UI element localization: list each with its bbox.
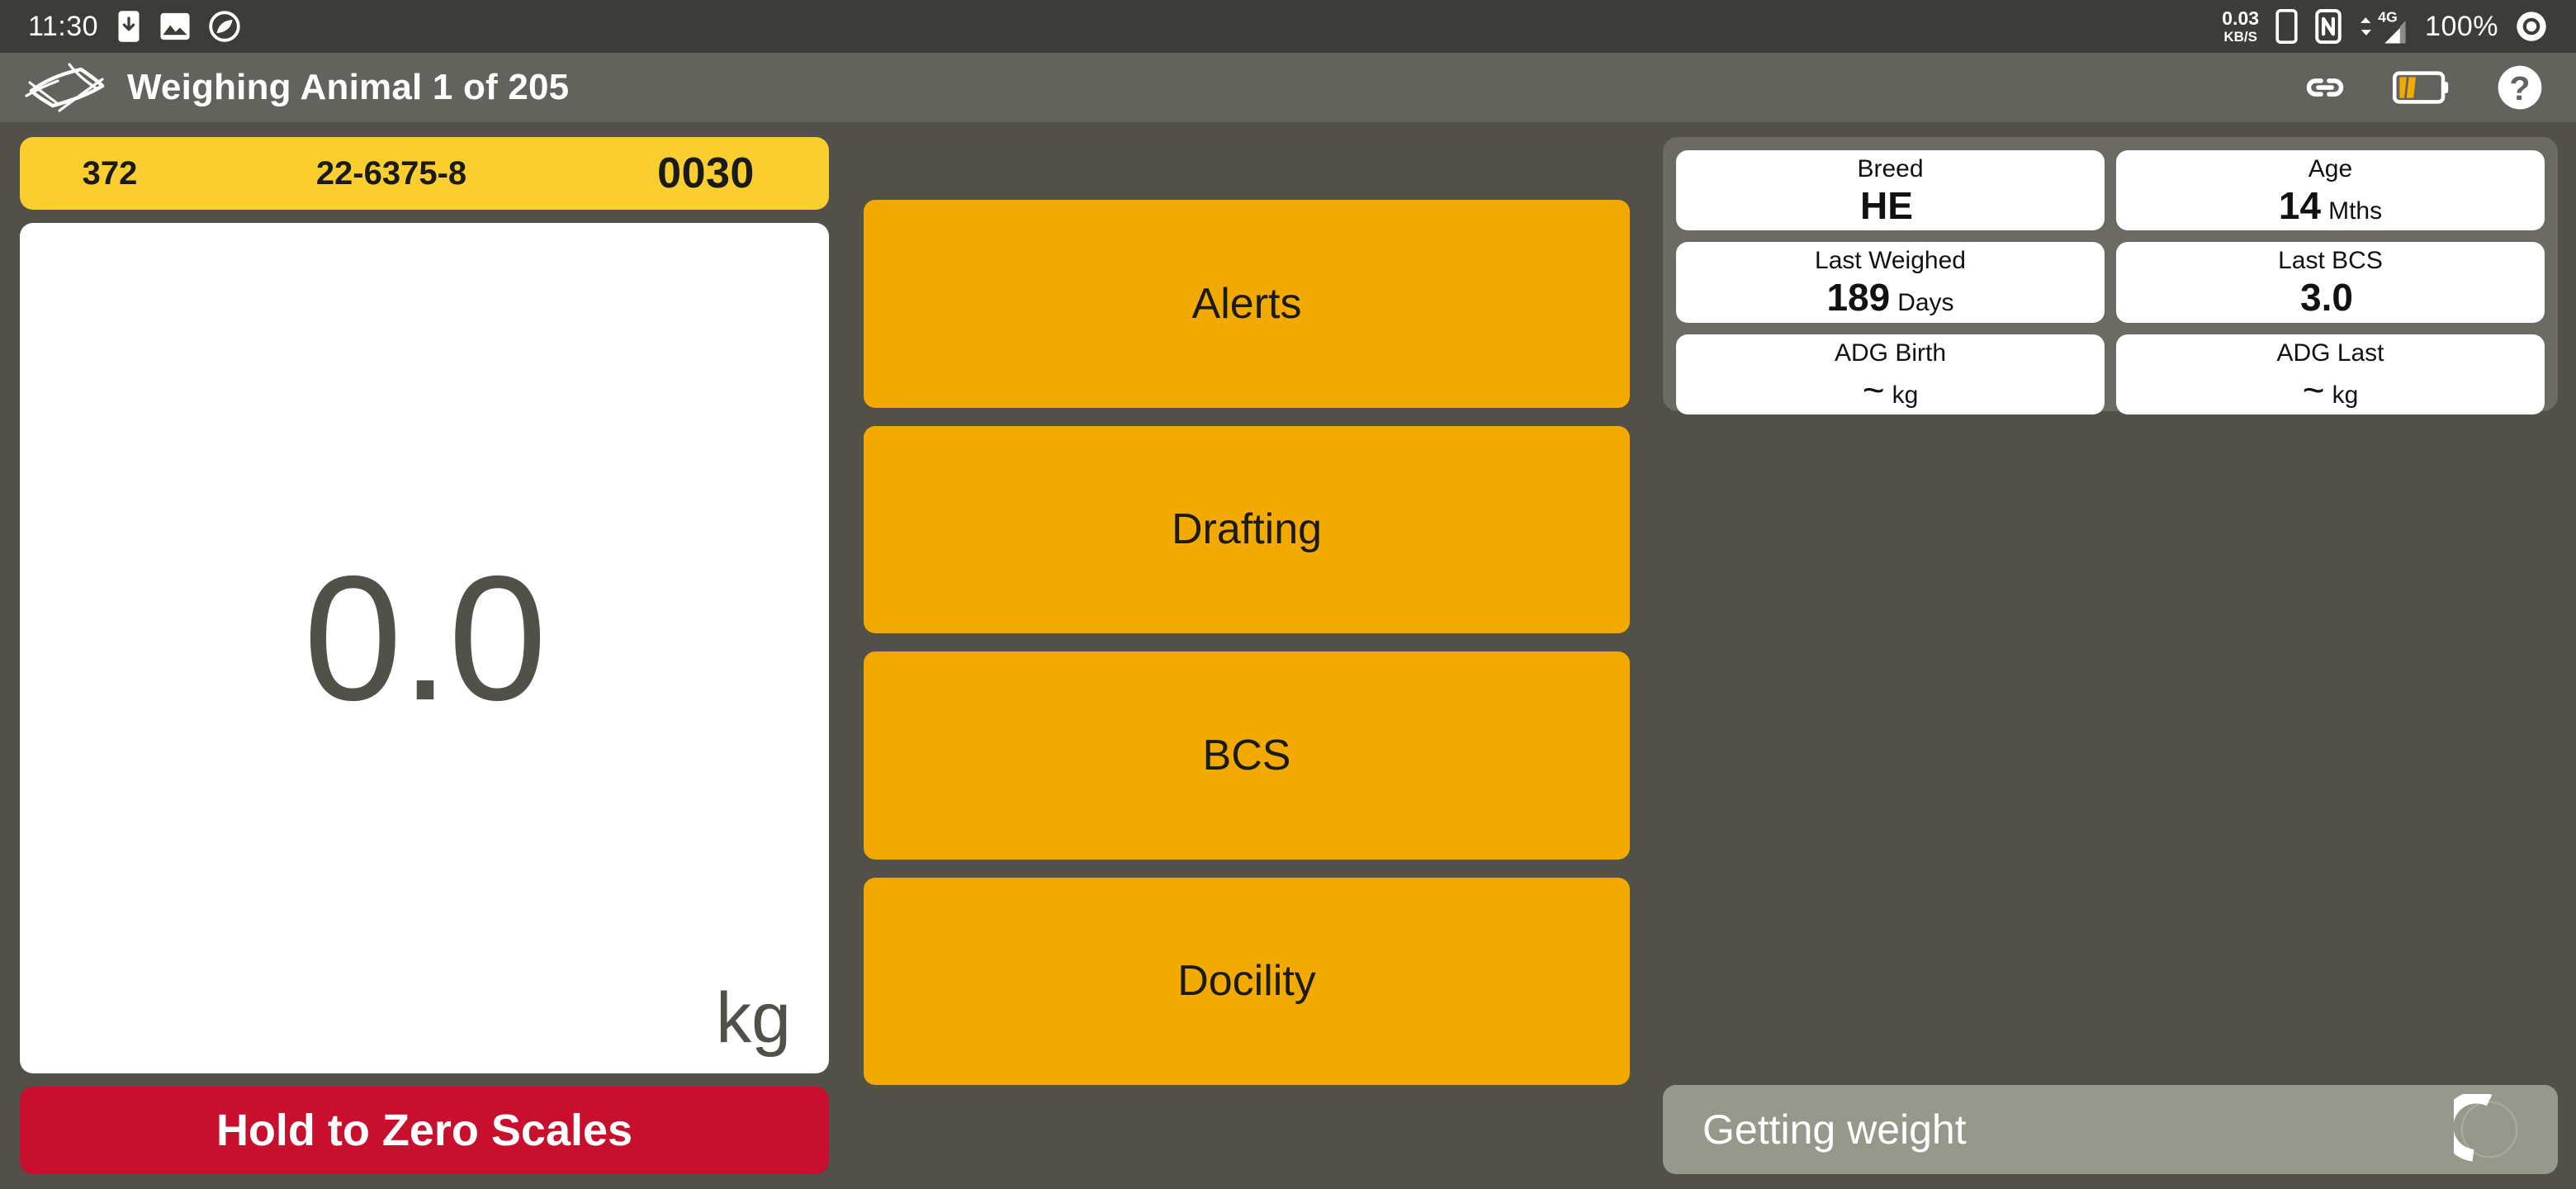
- weighing-column: 372 22-6375-8 0030 0.0 kg Hold to Zero S…: [20, 137, 829, 1174]
- info-card-unit: kg: [1892, 381, 1919, 409]
- info-card-label: Last Weighed: [1815, 247, 1966, 275]
- battery-circle-icon: [2515, 10, 2548, 43]
- animal-info-column: Breed HE Age 14 Mths Last Weighed 189 Da…: [1663, 137, 2558, 1174]
- image-icon: [159, 12, 191, 41]
- info-card-adg-birth[interactable]: ADG Birth ~ kg: [1676, 334, 2105, 414]
- help-icon[interactable]: ?: [2497, 64, 2543, 111]
- app-bar-actions: ?: [2304, 64, 2543, 111]
- info-card-adg-last[interactable]: ADG Last ~ kg: [2116, 334, 2545, 414]
- info-card-unit: Days: [1897, 289, 1954, 317]
- status-bar-left: 11:30: [28, 10, 240, 43]
- weight-value: 0.0: [303, 538, 547, 737]
- nfc-icon: [2314, 9, 2342, 44]
- alerts-button[interactable]: Alerts: [864, 200, 1630, 408]
- hold-to-zero-scales-button[interactable]: Hold to Zero Scales: [20, 1087, 829, 1174]
- info-card-label: ADG Last: [2276, 339, 2384, 367]
- info-card-value: ~: [2302, 367, 2325, 411]
- info-card-value-row: 189 Days: [1826, 276, 1954, 320]
- animal-eid: 22-6375-8: [315, 154, 467, 192]
- network-rate-value: 0.03: [2222, 7, 2260, 29]
- info-card-value-row: ~ kg: [2302, 367, 2359, 411]
- info-card-value-row: 14 Mths: [2278, 184, 2383, 227]
- page-title: Weighing Animal 1 of 205: [127, 67, 570, 107]
- info-card-value: 3.0: [2300, 276, 2353, 320]
- action-buttons-column: Alerts Drafting BCS Docility: [829, 137, 1663, 1174]
- info-card-unit: Mths: [2328, 197, 2383, 225]
- signal-4g-icon: 4G: [2359, 8, 2408, 45]
- info-card-age[interactable]: Age 14 Mths: [2116, 150, 2545, 231]
- animal-id-bar[interactable]: 372 22-6375-8 0030: [20, 137, 829, 210]
- info-card-value: 189: [1826, 276, 1891, 320]
- info-card-unit: kg: [2332, 381, 2359, 409]
- app-bar: Weighing Animal 1 of 205 ?: [0, 53, 2576, 122]
- info-card-last-weighed[interactable]: Last Weighed 189 Days: [1676, 242, 2105, 323]
- info-card-breed[interactable]: Breed HE: [1676, 150, 2105, 231]
- info-card-label: ADG Birth: [1834, 339, 1947, 367]
- info-card-label: Breed: [1857, 155, 1924, 182]
- animal-visual-tag: 372: [82, 154, 138, 192]
- drafting-button[interactable]: Drafting: [864, 425, 1630, 633]
- network-rate-indicator: 0.03 KB/S: [2222, 7, 2260, 45]
- loading-spinner: [2441, 1091, 2525, 1165]
- info-card-last-bcs[interactable]: Last BCS 3.0: [2116, 242, 2545, 323]
- info-card-value-row: HE: [1860, 184, 1920, 227]
- info-card-value: HE: [1860, 184, 1913, 227]
- info-card-value-row: ~ kg: [1862, 367, 1919, 411]
- info-card-label: Last BCS: [2278, 247, 2383, 275]
- info-card-label: Age: [2308, 155, 2353, 182]
- animal-vid: 0030: [657, 149, 755, 197]
- svg-text:?: ?: [2509, 69, 2530, 107]
- scale-battery-icon[interactable]: [2393, 70, 2451, 105]
- info-card-value-row: 3.0: [2300, 276, 2361, 320]
- network-rate-unit: KB/S: [2223, 29, 2257, 45]
- status-bar-right: 0.03 KB/S 4G 100%: [2222, 8, 2548, 45]
- weight-display-card[interactable]: 0.0 kg: [20, 223, 829, 1073]
- system-status-bar: 11:30 0.03 KB/S 4G 100%: [0, 0, 2576, 53]
- do-not-disturb-icon: [209, 11, 240, 42]
- layout-spacer: [1663, 411, 2558, 1085]
- phone-icon: [2275, 9, 2298, 44]
- docility-button[interactable]: Docility: [864, 877, 1630, 1085]
- battery-percent-label: 100%: [2425, 10, 2498, 42]
- status-bar-clock: 11:30: [28, 10, 99, 42]
- bcs-button[interactable]: BCS: [864, 651, 1630, 860]
- weight-unit: kg: [716, 978, 791, 1058]
- main-content: 372 22-6375-8 0030 0.0 kg Hold to Zero S…: [0, 122, 2576, 1189]
- info-card-value: ~: [1862, 367, 1885, 411]
- phone-download-icon: [116, 10, 141, 43]
- animal-info-panel: Breed HE Age 14 Mths Last Weighed 189 Da…: [1663, 137, 2558, 414]
- link-icon[interactable]: [2304, 66, 2346, 109]
- weight-status-text: Getting weight: [1702, 1106, 1967, 1153]
- svg-text:4G: 4G: [2378, 9, 2398, 26]
- info-card-value: 14: [2278, 184, 2322, 227]
- gallagher-diamond-logo: [23, 63, 109, 112]
- weight-status-panel: Getting weight: [1663, 1085, 2558, 1174]
